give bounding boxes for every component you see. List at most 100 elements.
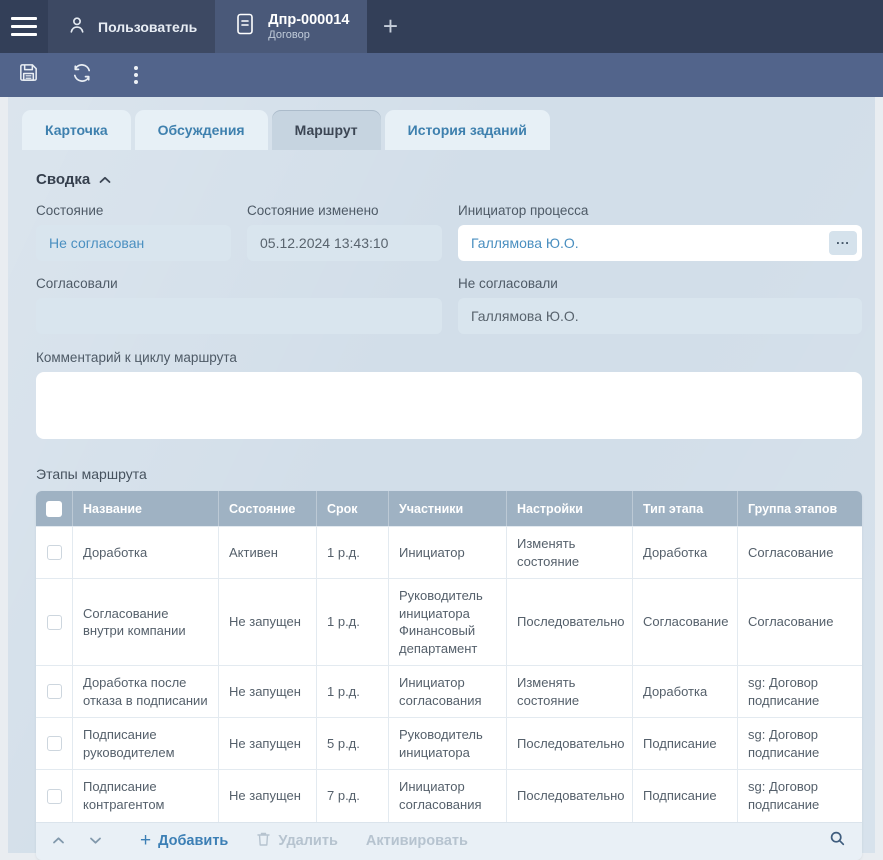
initiator-more-button[interactable]: ... — [829, 231, 857, 255]
comment-block: Комментарий к циклу маршрута — [36, 350, 862, 439]
tab-obsuzhdeniya[interactable]: Обсуждения — [135, 110, 268, 150]
document-tab-title: Дпр-000014 — [268, 11, 349, 29]
row-checkbox[interactable] — [47, 789, 62, 804]
document-tab-subtitle: Договор — [268, 29, 349, 43]
approved-field — [36, 298, 442, 334]
more-actions-button[interactable] — [123, 62, 149, 88]
refresh-button[interactable] — [69, 62, 95, 88]
cell: Согласование — [632, 579, 737, 665]
search-icon — [829, 830, 846, 852]
table-row[interactable]: Подписание руководителемНе запущен5 р.д.… — [36, 717, 862, 769]
activate-stage-label: Активировать — [366, 833, 468, 849]
cell: Доработка — [632, 666, 737, 717]
stages-table-body: ДоработкаАктивен1 р.д.ИнициаторИзменять … — [36, 526, 862, 822]
move-down-button[interactable] — [89, 832, 102, 850]
move-up-button[interactable] — [52, 832, 65, 850]
cell: Активен — [218, 527, 316, 578]
cell: Руководитель инициатора — [388, 718, 506, 769]
cell: sg: Договор подписание — [737, 770, 862, 821]
summary-section-header[interactable]: Сводка — [36, 171, 862, 188]
cell: Доработка — [632, 527, 737, 578]
delete-stage-label: Удалить — [278, 833, 338, 849]
comment-label: Комментарий к циклу маршрута — [36, 350, 862, 365]
action-toolbar — [0, 53, 883, 97]
initiator-field[interactable]: Галлямова Ю.О. ... — [458, 225, 862, 261]
route-cycle-comment-input[interactable] — [36, 372, 862, 439]
hamburger-menu-button[interactable] — [0, 0, 48, 53]
delete-stage-button[interactable]: Удалить — [256, 831, 338, 851]
row-checkbox-cell — [36, 579, 72, 665]
summary-title: Сводка — [36, 171, 90, 188]
table-row[interactable]: Согласование внутри компанииНе запущен1 … — [36, 578, 862, 665]
column-header: Тип этапа — [632, 491, 737, 526]
cell: 5 р.д. — [316, 718, 388, 769]
table-row[interactable]: ДоработкаАктивен1 р.д.ИнициаторИзменять … — [36, 526, 862, 578]
row-checkbox-cell — [36, 770, 72, 821]
cell: Подписание — [632, 770, 737, 821]
activate-stage-button[interactable]: Активировать — [366, 833, 468, 849]
state-changed-field: 05.12.2024 13:43:10 — [247, 225, 442, 261]
tab-marshrut[interactable]: Маршрут — [272, 110, 381, 150]
row-checkbox[interactable] — [47, 736, 62, 751]
tab-istoriya-zadaniy[interactable]: История заданий — [385, 110, 550, 150]
not-approved-field: Галлямова Ю.О. — [458, 298, 862, 334]
add-stage-label: Добавить — [158, 833, 228, 849]
document-tab-active[interactable]: Дпр-000014 Договор — [215, 0, 367, 53]
cell: Доработка — [72, 527, 218, 578]
state-field: Не согласован — [36, 225, 231, 261]
new-tab-button[interactable]: + — [367, 0, 413, 53]
chevron-down-icon — [89, 832, 102, 850]
state-label: Состояние — [36, 203, 231, 218]
save-button[interactable] — [15, 62, 41, 88]
save-icon — [17, 61, 40, 89]
cell: 1 р.д. — [316, 527, 388, 578]
cell: Не запущен — [218, 770, 316, 821]
column-header: Название — [72, 491, 218, 526]
cell: Согласование — [737, 527, 862, 578]
trash-icon — [256, 831, 271, 851]
cell: Последовательно — [506, 770, 632, 821]
table-row[interactable]: Подписание контрагентомНе запущен7 р.д.И… — [36, 769, 862, 821]
cell: Доработка после отказа в подписании — [72, 666, 218, 717]
initiator-value-link[interactable]: Галлямова Ю.О. — [471, 235, 579, 251]
cell: Изменять состояние — [506, 666, 632, 717]
summary-row-2: Согласовали Не согласовали Галлямова Ю.О… — [36, 276, 862, 334]
chevron-up-icon — [99, 171, 111, 188]
cell: Изменять состояние — [506, 527, 632, 578]
cell: 1 р.д. — [316, 666, 388, 717]
not-approved-value: Галлямова Ю.О. — [471, 308, 579, 324]
cell: sg: Договор подписание — [737, 666, 862, 717]
row-checkbox[interactable] — [47, 684, 62, 699]
header-checkbox-cell — [36, 491, 72, 526]
row-checkbox-cell — [36, 718, 72, 769]
app-window: Пользователь Дпр-000014 Договор + — [0, 0, 883, 853]
approved-label: Согласовали — [36, 276, 442, 291]
column-header: Группа этапов — [737, 491, 862, 526]
cell: Не запущен — [218, 579, 316, 665]
row-checkbox[interactable] — [47, 545, 62, 560]
chevron-up-icon — [52, 832, 65, 850]
stages-table: НазваниеСостояниеСрокУчастникиНастройкиТ… — [36, 491, 862, 860]
table-row[interactable]: Доработка после отказа в подписанииНе за… — [36, 665, 862, 717]
state-changed-label: Состояние изменено — [247, 203, 442, 218]
cell: Последовательно — [506, 579, 632, 665]
state-value-link[interactable]: Не согласован — [49, 235, 144, 251]
refresh-icon — [70, 61, 94, 90]
column-header: Настройки — [506, 491, 632, 526]
top-bar: Пользователь Дпр-000014 Договор + — [0, 0, 883, 53]
add-stage-button[interactable]: + Добавить — [140, 833, 228, 849]
cell: Инициатор согласования — [388, 770, 506, 821]
cell: Не запущен — [218, 718, 316, 769]
cell: Согласование — [737, 579, 862, 665]
user-tab[interactable]: Пользователь — [48, 0, 215, 53]
row-checkbox[interactable] — [47, 615, 62, 630]
cell: sg: Договор подписание — [737, 718, 862, 769]
cell: Не запущен — [218, 666, 316, 717]
document-icon — [233, 11, 257, 42]
initiator-label: Инициатор процесса — [458, 203, 862, 218]
tab-kartochka[interactable]: Карточка — [22, 110, 131, 150]
cell: Руководитель инициатора Финансовый депар… — [388, 579, 506, 665]
not-approved-label: Не согласовали — [458, 276, 862, 291]
select-all-checkbox[interactable] — [46, 501, 62, 517]
search-button[interactable] — [829, 830, 846, 852]
